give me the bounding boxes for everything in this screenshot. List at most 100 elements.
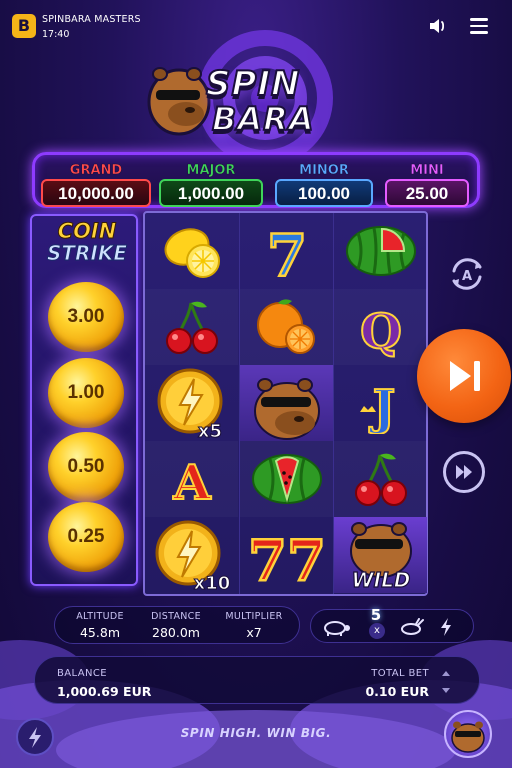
rabbit-icon[interactable]	[399, 618, 425, 636]
reel-column-2: 7 77	[239, 213, 333, 594]
coin-multiplier-label: x5	[197, 421, 221, 441]
balance-bar: BALANCE 1,000.69 EUR TOTAL BET 0.10 EUR	[34, 656, 480, 704]
balance-label: BALANCE	[57, 668, 107, 679]
bet-increase-icon[interactable]	[441, 669, 451, 679]
prize-coin: 0.50	[48, 432, 124, 502]
letter-a-text: A	[172, 455, 211, 509]
turbo-button[interactable]	[443, 451, 485, 493]
distance-stat: DISTANCE 280.0m	[141, 611, 211, 640]
total-bet-value: 0.10 EUR	[365, 684, 429, 699]
logo-line2: BARA	[211, 99, 315, 139]
jackpot-value: 10,000.00	[41, 179, 151, 207]
lightning-icon[interactable]	[439, 617, 453, 637]
multiplier-label: MULTIPLIER	[225, 611, 283, 622]
jackpot-bar: GRAND 10,000.00 MAJOR 1,000.00 MINOR 100…	[32, 152, 480, 208]
balance-value: 1,000.69 EUR	[57, 684, 152, 699]
game-logo: SPIN BARA	[146, 58, 368, 140]
logo-line1: SPIN	[205, 63, 301, 105]
coin-strike-title-line1: COIN	[57, 219, 117, 243]
coin-multiplier-label: x10	[193, 573, 230, 593]
seven-icon: 7	[265, 221, 308, 282]
brand-logo[interactable]: B	[12, 14, 36, 38]
reel-column-3: Q J WILD	[333, 213, 427, 594]
reel-grid[interactable]: x5 A x10 7 77 Q J WILD	[143, 211, 428, 596]
menu-icon[interactable]	[470, 18, 488, 34]
altitude-value: 45.8m	[79, 625, 120, 640]
lightning-coin-icon: x10	[155, 520, 230, 593]
symbol-cherries	[334, 441, 427, 517]
jackpot-minor: MINOR 100.00	[275, 161, 373, 207]
orange-icon	[256, 299, 315, 354]
symbol-capybara	[240, 365, 333, 441]
triple-seven-icon: 77	[250, 527, 324, 590]
cherries-icon	[354, 453, 407, 506]
lightning-coin-icon: x5	[157, 368, 222, 441]
cherries-icon	[165, 301, 218, 354]
symbol-watermelon	[334, 213, 427, 289]
sound-icon[interactable]	[428, 17, 448, 35]
speed-marker-unit[interactable]: x	[369, 623, 385, 639]
multiplier-stat: MULTIPLIER x7	[219, 611, 289, 640]
fast-forward-icon	[456, 465, 472, 479]
jackpot-label: MINI	[410, 163, 444, 179]
altitude-label: ALTITUDE	[76, 611, 124, 622]
symbol-lightning-coin: x5	[145, 365, 238, 441]
jackpot-value: 1,000.00	[159, 179, 263, 207]
app-title: SPINBARA MASTERS	[42, 14, 141, 25]
prize-coin: 3.00	[48, 282, 124, 352]
clock: 17:40	[42, 29, 70, 40]
autoplay-button[interactable]: A	[446, 253, 488, 295]
lemon-icon	[164, 228, 220, 278]
wild-label: WILD	[351, 568, 410, 592]
symbol-lightning-coin: x10	[145, 517, 238, 593]
symbol-lemon	[145, 213, 238, 289]
tagline: SPIN HIGH. WIN BIG.	[180, 726, 332, 740]
jackpot-label: MAJOR	[186, 163, 236, 179]
watermelon-icon	[251, 454, 322, 504]
bet-decrease-icon[interactable]	[441, 685, 451, 695]
jackpot-major: MAJOR 1,000.00	[159, 161, 263, 207]
prize-coin: 1.00	[48, 358, 124, 428]
symbol-letter-q: Q	[334, 289, 427, 365]
symbol-seven: 7	[240, 213, 333, 289]
symbol-wild: WILD	[334, 517, 427, 593]
symbol-watermelon	[240, 441, 333, 517]
avatar[interactable]	[444, 710, 492, 758]
distance-value: 280.0m	[152, 625, 200, 640]
flight-stats: ALTITUDE 45.8m DISTANCE 280.0m MULTIPLIE…	[54, 606, 300, 644]
multiplier-value: x7	[246, 625, 262, 640]
altitude-stat: ALTITUDE 45.8m	[65, 611, 135, 640]
coin-strike-title-line2: STRIKE	[46, 241, 128, 265]
jackpot-value: 100.00	[275, 179, 373, 207]
letter-j-icon: J	[359, 379, 396, 434]
symbol-letter-a: A	[145, 441, 238, 517]
jackpot-mini: MINI 25.00	[385, 161, 469, 207]
play-skip-icon	[450, 361, 480, 391]
seven-text: 7	[266, 222, 306, 282]
triple-seven-text: 77	[250, 528, 324, 590]
distance-label: DISTANCE	[151, 611, 201, 622]
symbol-triple-seven: 77	[240, 517, 333, 593]
coin-strike-panel: COIN STRIKE 3.00 1.00 0.50 0.25	[30, 214, 138, 586]
speed-selector[interactable]: 5 x	[310, 606, 474, 643]
symbol-letter-j: J	[334, 365, 427, 441]
jackpot-grand: GRAND 10,000.00	[41, 161, 151, 207]
symbol-cherries	[145, 289, 238, 365]
coin-strike-title: COIN STRIKE	[38, 219, 136, 265]
jackpot-label: GRAND	[69, 163, 123, 179]
capybara-icon	[253, 378, 320, 440]
turtle-icon[interactable]	[321, 616, 351, 638]
jackpot-label: MINOR	[299, 163, 349, 179]
jackpot-value: 25.00	[385, 179, 469, 207]
capybara-mascot-icon	[147, 67, 211, 136]
capybara-avatar-icon	[451, 721, 485, 753]
letter-a-icon: A	[171, 454, 212, 509]
svg-text:A: A	[462, 269, 472, 284]
letter-q-icon: Q	[359, 303, 403, 358]
watermelon-icon	[345, 226, 416, 276]
reel-column-1: x5 A x10	[145, 213, 238, 594]
letter-q-text: Q	[360, 304, 402, 358]
speed-marker-value: 5	[370, 606, 382, 624]
spin-button[interactable]	[417, 329, 511, 423]
total-bet-label: TOTAL BET	[371, 668, 429, 679]
